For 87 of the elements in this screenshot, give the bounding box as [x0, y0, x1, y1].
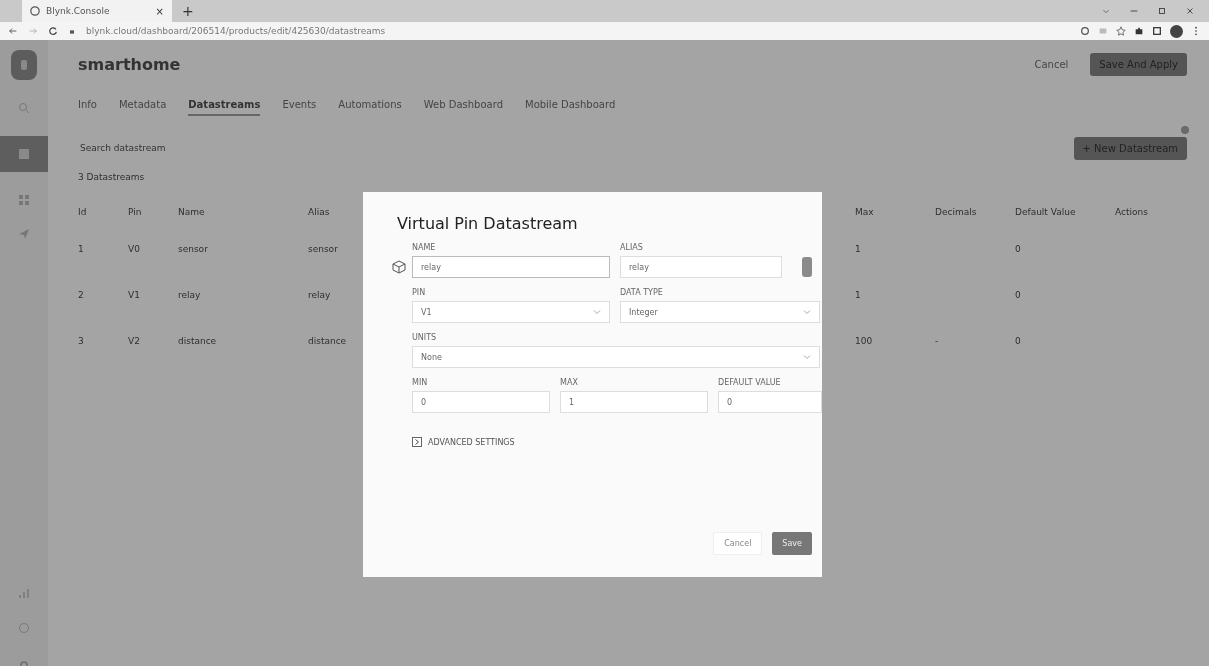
table-cell: 100	[855, 336, 873, 346]
input-field[interactable]: relay	[620, 256, 782, 278]
square-icon	[18, 148, 30, 160]
table-cell: 1	[855, 244, 861, 254]
table-cell: 0	[1015, 336, 1021, 346]
table-cell: 1	[78, 244, 84, 254]
table-cell: distance	[178, 336, 217, 346]
datastream-count: 3 Datastreams	[78, 172, 146, 182]
puzzle-icon[interactable]	[1134, 26, 1144, 36]
maximize-icon[interactable]	[1157, 6, 1167, 16]
sidebar-icon[interactable]	[1152, 26, 1162, 36]
logo-mark-icon	[19, 59, 29, 71]
chevron-icon	[803, 353, 811, 361]
color-swatch[interactable]	[802, 257, 812, 277]
cube-icon[interactable]	[392, 260, 406, 274]
app-logo[interactable]	[11, 50, 37, 80]
input-field[interactable]: relay	[412, 256, 610, 278]
table-cell: 3	[78, 336, 84, 346]
field-label: DATA TYPE	[620, 288, 664, 297]
dialog-title: Virtual Pin Datastream	[397, 214, 579, 233]
table-cell: 0	[1015, 244, 1021, 254]
table-cell: 2	[78, 290, 84, 300]
search-field[interactable]: Search datastream	[78, 142, 242, 154]
table-cell: V1	[128, 290, 140, 300]
nav-tab[interactable]: Info	[78, 94, 97, 116]
column-header: Default Value	[1015, 207, 1076, 217]
nav-tab[interactable]: Datastreams	[188, 94, 261, 116]
table-cell: sensor	[178, 244, 208, 254]
field-label: PIN	[412, 288, 427, 297]
cancel-button[interactable]: Cancel	[713, 532, 763, 555]
input-field[interactable]: 0	[718, 391, 822, 413]
star-icon[interactable]	[1116, 26, 1126, 36]
table-cell: relay	[308, 290, 331, 300]
column-header: Actions	[1115, 207, 1148, 217]
status-dot	[1181, 126, 1189, 134]
table-cell: V0	[128, 244, 140, 254]
reload-icon[interactable]	[48, 26, 58, 36]
avatar-icon[interactable]	[1170, 24, 1183, 38]
send-icon[interactable]	[18, 228, 30, 240]
grid-icon[interactable]	[18, 194, 30, 206]
search-icon[interactable]	[18, 102, 30, 114]
close-tab-button[interactable]: ×	[155, 5, 164, 17]
nav-tab[interactable]: Events	[282, 94, 317, 116]
field-label: NAME	[412, 243, 437, 252]
back-icon[interactable]	[8, 26, 18, 36]
nav-tab[interactable]: Automations	[338, 94, 402, 116]
input-field[interactable]: 0	[412, 391, 550, 413]
column-header: Name	[178, 207, 205, 217]
product-title: smarthome	[78, 54, 181, 74]
table-cell: V2	[128, 336, 140, 346]
table-cell: relay	[178, 290, 201, 300]
cancel-link[interactable]: Cancel	[1028, 57, 1075, 71]
templates-nav-item[interactable]	[0, 136, 48, 172]
table-cell: sensor	[308, 244, 338, 254]
save-button[interactable]: Save	[772, 532, 812, 555]
nav-tab[interactable]: Web Dashboard	[423, 94, 503, 116]
nav-tab[interactable]: Mobile Dashboard	[525, 94, 616, 116]
advanced-settings-toggle[interactable]: ADVANCED SETTINGS	[412, 437, 812, 447]
column-header: Alias	[308, 207, 330, 217]
chevron-icon	[593, 308, 601, 316]
expand-icon	[412, 437, 422, 447]
close-icon[interactable]	[1185, 6, 1195, 16]
select-field[interactable]: V1	[412, 301, 610, 323]
field-label: MIN	[412, 378, 429, 387]
table-cell: 0	[1015, 290, 1021, 300]
table-cell: 1	[855, 290, 861, 300]
field-label: ALIAS	[620, 243, 644, 252]
select-field[interactable]: None	[412, 346, 820, 368]
signal-icon[interactable]	[18, 588, 30, 600]
forward-icon[interactable]	[28, 26, 38, 36]
globe-icon[interactable]	[30, 6, 40, 16]
input-field[interactable]: 1	[560, 391, 708, 413]
chevron-icon	[803, 308, 811, 316]
column-header: Max	[855, 207, 874, 217]
select-field[interactable]: Integer	[620, 301, 820, 323]
table-cell: distance	[308, 336, 347, 346]
help-icon[interactable]	[18, 622, 30, 634]
new-tab-button[interactable]: +	[182, 3, 194, 19]
column-header: Pin	[128, 207, 142, 217]
column-header: Id	[78, 207, 87, 217]
browser-tab[interactable]: Blynk.Console ×	[22, 0, 172, 22]
table-cell: -	[935, 336, 939, 346]
nav-tab[interactable]: Metadata	[118, 94, 167, 116]
field-label: UNITS	[412, 333, 438, 342]
field-label: DEFAULT VALUE	[718, 378, 782, 387]
column-header: Decimals	[935, 207, 977, 217]
field-label: MAX	[560, 378, 579, 387]
